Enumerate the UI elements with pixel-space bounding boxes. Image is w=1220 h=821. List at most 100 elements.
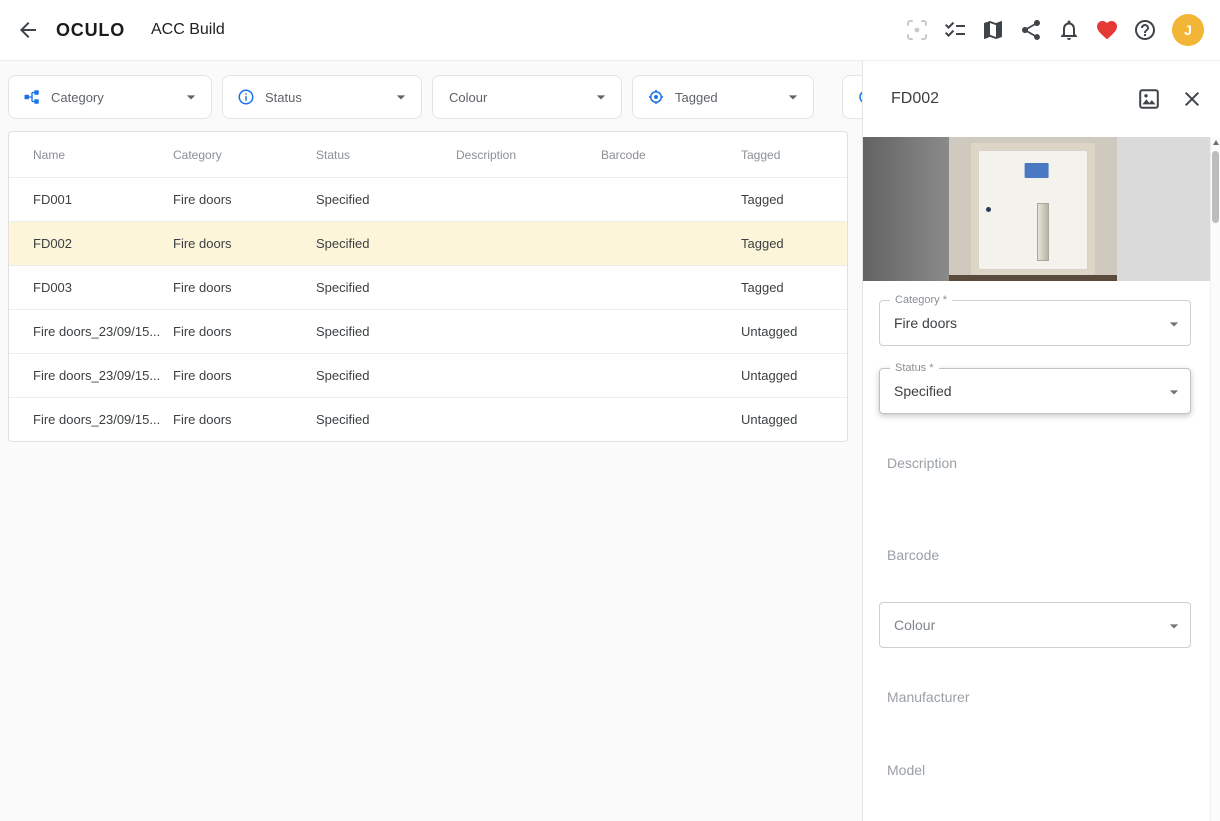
filter-chip-category[interactable]: Category: [8, 75, 212, 119]
filter-chip-colour[interactable]: Colour: [432, 75, 622, 119]
target-icon: [647, 88, 665, 106]
category-tree-icon: [23, 88, 41, 106]
oculo-logo: OCULO: [56, 19, 125, 40]
favourites-button[interactable]: [1089, 12, 1125, 48]
cell-name: Fire doors_23/09/15...: [33, 324, 161, 339]
chevron-down-icon: [591, 87, 611, 107]
close-icon: [1180, 87, 1204, 111]
chevron-down-icon: [783, 87, 803, 107]
app-root: OCULO ACC Build J Category Status Colour…: [0, 0, 1220, 821]
user-avatar[interactable]: J: [1172, 14, 1204, 46]
column-header-tagged[interactable]: Tagged: [741, 148, 847, 162]
scan-viewfinder-icon: [905, 18, 929, 42]
column-header-name[interactable]: Name: [33, 148, 173, 162]
table-row-selected[interactable]: FD002 Fire doors Specified Tagged: [9, 221, 847, 265]
bell-icon: [1057, 18, 1081, 42]
close-panel-button[interactable]: [1174, 81, 1210, 117]
back-arrow-icon: [16, 18, 40, 42]
cell-name: Fire doors_23/09/15...: [33, 368, 161, 383]
colour-label: Colour: [894, 617, 936, 633]
asset-list-area: Category Status Colour Tagged Name Categ…: [0, 61, 862, 821]
door-kick-plate: [1037, 203, 1050, 261]
filter-chip-label: Colour: [449, 89, 488, 105]
cell-tagged: Untagged: [741, 324, 798, 339]
detail-panel: FD002 Category * Fire doors Status * Spe…: [862, 61, 1220, 821]
top-bar: OCULO ACC Build J: [0, 0, 1220, 61]
page-title: ACC Build: [151, 21, 225, 38]
chevron-down-icon: [391, 87, 411, 107]
cell-status: Specified: [316, 236, 370, 251]
photo-wall-shadow: [863, 137, 949, 281]
cell-tagged: Untagged: [741, 412, 798, 427]
chevron-down-icon: [181, 87, 201, 107]
share-icon: [1019, 18, 1043, 42]
description-field[interactable]: Description: [887, 455, 957, 471]
cell-status: Specified: [316, 324, 370, 339]
chevron-down-icon: [1164, 382, 1184, 402]
asset-title: FD002: [891, 90, 940, 107]
asset-photo[interactable]: [863, 137, 1211, 281]
heart-icon: [1095, 18, 1119, 42]
column-header-status[interactable]: Status: [316, 148, 456, 162]
cell-status: Specified: [316, 412, 370, 427]
cell-status: Specified: [316, 280, 370, 295]
door-peephole: [986, 207, 991, 212]
map-icon: [981, 18, 1005, 42]
map-button[interactable]: [975, 12, 1011, 48]
table-row[interactable]: FD001 Fire doors Specified Tagged: [9, 177, 847, 221]
category-value: Fire doors: [894, 315, 958, 331]
status-select[interactable]: Status * Specified: [879, 362, 1191, 414]
column-header-description[interactable]: Description: [456, 148, 601, 162]
status-label: Status *: [890, 362, 939, 374]
cell-tagged: Tagged: [741, 192, 784, 207]
barcode-field[interactable]: Barcode: [887, 547, 939, 563]
cell-tagged: Tagged: [741, 236, 784, 251]
filter-bar: Category Status Colour Tagged: [8, 75, 862, 119]
filter-chip-label: Category: [51, 89, 104, 105]
filter-chip-tagged[interactable]: Tagged: [632, 75, 814, 119]
table-row[interactable]: Fire doors_23/09/15... Fire doors Specif…: [9, 353, 847, 397]
notice-sign: [1024, 163, 1049, 178]
manufacturer-field[interactable]: Manufacturer: [887, 689, 969, 705]
view-photos-button[interactable]: [1131, 81, 1167, 117]
category-label: Category *: [890, 294, 952, 306]
status-value: Specified: [894, 383, 952, 399]
table-row[interactable]: Fire doors_23/09/15... Fire doors Specif…: [9, 309, 847, 353]
panel-scrollbar[interactable]: [1210, 137, 1220, 821]
image-icon: [1137, 87, 1161, 111]
door-leaf: [978, 150, 1088, 270]
scrollbar-thumb[interactable]: [1212, 151, 1219, 223]
colour-select[interactable]: Colour: [879, 602, 1191, 648]
notifications-button[interactable]: [1051, 12, 1087, 48]
table-row[interactable]: Fire doors_23/09/15... Fire doors Specif…: [9, 397, 847, 441]
cell-tagged: Untagged: [741, 368, 798, 383]
column-header-category[interactable]: Category: [173, 148, 316, 162]
cell-name: Fire doors_23/09/15...: [33, 412, 161, 427]
filter-chip-status[interactable]: Status: [222, 75, 422, 119]
cell-category: Fire doors: [173, 280, 232, 295]
back-button[interactable]: [8, 10, 48, 50]
scan-button[interactable]: [899, 12, 935, 48]
checklist-button[interactable]: [937, 12, 973, 48]
help-button[interactable]: [1127, 12, 1163, 48]
filter-chip-label: Status: [265, 89, 302, 105]
cell-category: Fire doors: [173, 192, 232, 207]
asset-table: Name Category Status Description Barcode…: [8, 131, 848, 442]
category-select[interactable]: Category * Fire doors: [879, 294, 1191, 346]
scrollbar-up-arrow-icon[interactable]: [1213, 140, 1219, 145]
cell-name: FD001: [33, 192, 73, 207]
cell-category: Fire doors: [173, 368, 232, 383]
column-header-barcode[interactable]: Barcode: [601, 148, 741, 162]
floor: [949, 275, 1117, 281]
share-button[interactable]: [1013, 12, 1049, 48]
table-header-row: Name Category Status Description Barcode…: [9, 132, 847, 177]
table-row[interactable]: FD003 Fire doors Specified Tagged: [9, 265, 847, 309]
cell-tagged: Tagged: [741, 280, 784, 295]
cell-category: Fire doors: [173, 412, 232, 427]
filter-chip-partial[interactable]: [842, 75, 862, 119]
help-icon: [1133, 18, 1157, 42]
cell-category: Fire doors: [173, 236, 232, 251]
cell-category: Fire doors: [173, 324, 232, 339]
model-field[interactable]: Model: [887, 762, 925, 778]
detail-panel-header: FD002: [863, 61, 1220, 137]
